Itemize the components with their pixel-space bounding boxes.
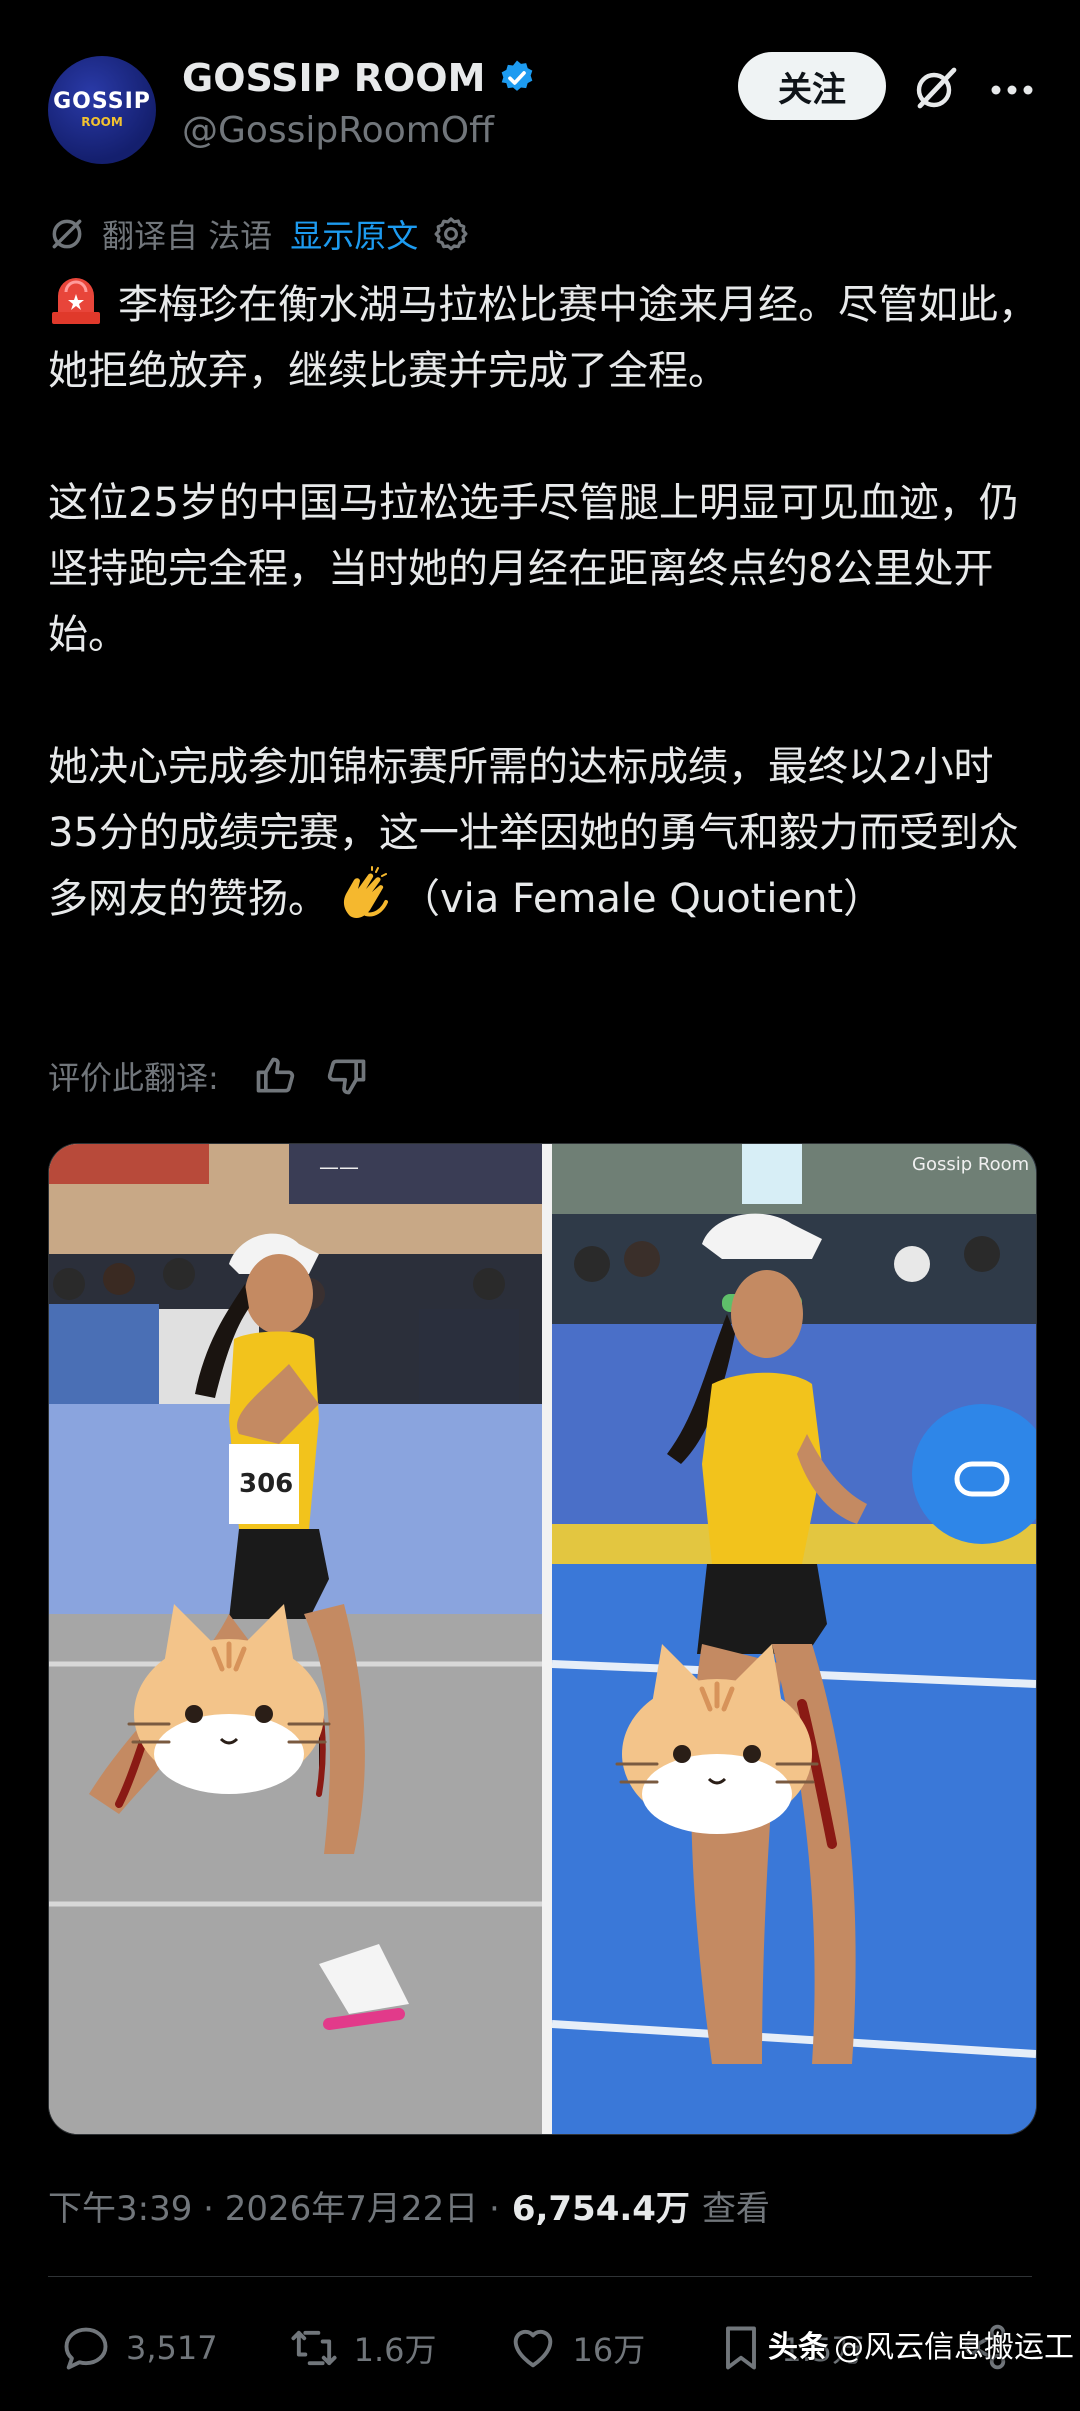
grok-icon[interactable]: [912, 64, 960, 112]
settings-icon[interactable]: [432, 215, 470, 253]
watermark-brand: 头条: [768, 2330, 828, 2365]
name-row: GOSSIP ROOM: [182, 56, 537, 100]
photo-left[interactable]: —— 306: [49, 1144, 542, 2134]
bookmark-icon: [726, 2326, 757, 2370]
watermark-author: @风云信息搬运工: [834, 2330, 1074, 2365]
verified-badge-icon: [502, 60, 533, 91]
post-timestamp[interactable]: 下午3:39 · 2026年7月22日 ·: [48, 2181, 500, 2230]
post-body: 李梅珍在衡水湖马拉松比赛中途来月经。尽管如此，她拒绝放弃，继续比赛并完成了全程。…: [48, 272, 1038, 932]
translated-from-label: 翻译自 法语: [102, 217, 273, 255]
avatar[interactable]: GOSSIP ROOM: [48, 56, 156, 164]
post-media[interactable]: —— 306 Gossip Room: [48, 1143, 1037, 2135]
views-label: 查看: [701, 2188, 770, 2229]
divider: [48, 2276, 1032, 2277]
post-paragraph-2: 这位25岁的中国马拉松选手尽管腿上明显可见血迹，仍坚持跑完全程，当时她的月经在距…: [48, 480, 1019, 658]
repost-count: 1.6万: [353, 2331, 437, 2369]
rate-translation-row: 评价此翻译:: [48, 1050, 397, 1102]
post-paragraph-3: 她决心完成参加锦标赛所需的达标成绩，最终以2小时35分的成绩完赛，这一壮举因她的…: [48, 734, 1038, 932]
more-icon[interactable]: [990, 84, 1034, 96]
source-watermark: 头条 @风云信息搬运工: [768, 2322, 1074, 2366]
display-name[interactable]: GOSSIP ROOM: [182, 56, 485, 100]
translation-bar: 翻译自 法语 显示原文: [48, 210, 470, 258]
media-divider: [542, 1144, 552, 2134]
thumbs-up-icon[interactable]: [253, 1054, 297, 1098]
photo-watermark: Gossip Room: [912, 1154, 1029, 1175]
reply-button[interactable]: 3,517: [60, 2322, 218, 2374]
banner-text-left: ——: [319, 1155, 359, 1179]
like-count: 16万: [572, 2331, 646, 2369]
avatar-text-room: ROOM: [81, 115, 123, 129]
rate-translation-label: 评价此翻译:: [48, 1059, 219, 1097]
clap-emoji-icon: [343, 866, 388, 918]
user-handle[interactable]: @GossipRoomOff: [182, 110, 494, 151]
post-header: GOSSIP ROOM GOSSIP ROOM @GossipRoomOff 关…: [0, 0, 1080, 200]
post-text-via[interactable]: （via Female Quotient）: [400, 876, 883, 922]
photo-right[interactable]: Gossip Room: [552, 1144, 1036, 2134]
repost-button[interactable]: 1.6万: [288, 2322, 437, 2374]
bib-number: 306: [239, 1469, 293, 1499]
post-text-para1: 李梅珍在衡水湖马拉松比赛中途来月经。尽管如此，她拒绝放弃，继续比赛并完成了全程。: [48, 282, 1038, 394]
avatar-text-gossip: GOSSIP: [53, 89, 151, 114]
follow-button[interactable]: 关注: [738, 52, 886, 120]
views-count: 6,754.4万: [511, 2188, 690, 2229]
post-paragraph-1: 李梅珍在衡水湖马拉松比赛中途来月经。尽管如此，她拒绝放弃，继续比赛并完成了全程。: [48, 272, 1038, 404]
post-meta: 下午3:39 · 2026年7月22日 · 6,754.4万 查看: [48, 2180, 770, 2230]
translate-icon: [52, 219, 82, 249]
reply-icon: [64, 2327, 108, 2370]
like-icon: [513, 2329, 552, 2368]
show-original-link[interactable]: 显示原文: [290, 211, 418, 257]
like-button[interactable]: 16万: [507, 2322, 646, 2374]
thumbs-down-icon[interactable]: [325, 1054, 369, 1098]
repost-icon: [291, 2330, 337, 2366]
reply-count: 3,517: [126, 2329, 218, 2367]
siren-emoji-icon: [52, 278, 100, 324]
